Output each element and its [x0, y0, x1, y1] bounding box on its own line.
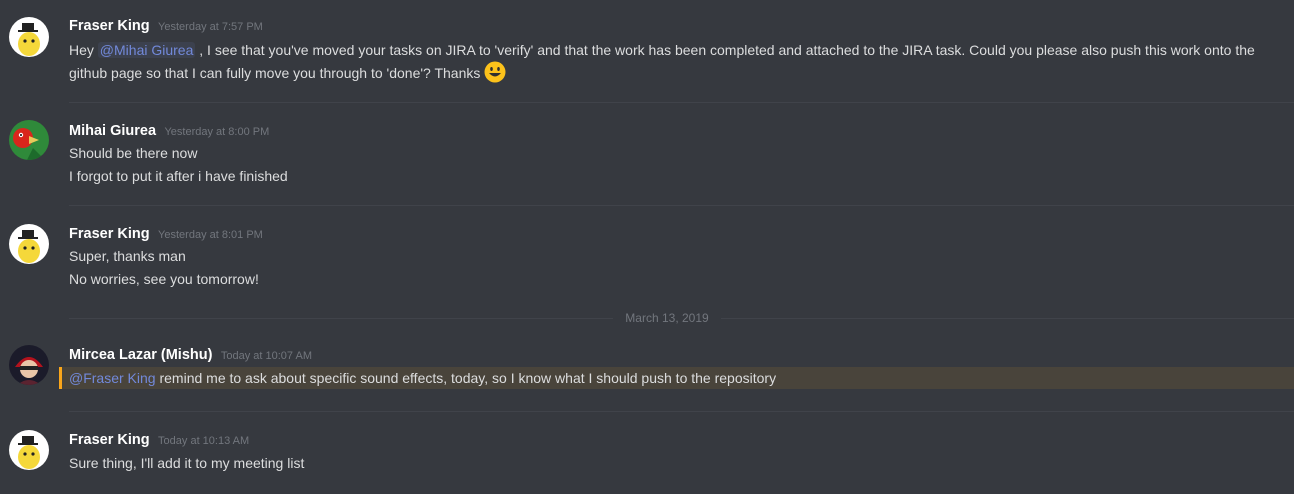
message-group: Fraser King Today at 10:13 AM Sure thing… — [0, 412, 1294, 494]
date-divider-label: March 13, 2019 — [613, 310, 721, 326]
avatar[interactable] — [9, 345, 49, 385]
message-text: No worries, see you tomorrow! — [69, 271, 259, 287]
timestamp: Yesterday at 7:57 PM — [158, 21, 263, 33]
pikachu-avatar-icon — [9, 17, 49, 57]
pikachu-avatar-icon — [9, 224, 49, 264]
message-group: Mircea Lazar (Mishu) Today at 10:07 AM @… — [0, 330, 1294, 410]
avatar[interactable] — [9, 430, 49, 470]
message-text: Hey @Mihai Giurea , I see that you've mo… — [69, 39, 1258, 84]
message-text: @Fraser King remind me to ask about spec… — [69, 367, 1258, 389]
username[interactable]: Mircea Lazar (Mishu) — [69, 347, 212, 363]
message-group: Mihai Giurea Yesterday at 8:00 PM Should… — [0, 103, 1294, 203]
username[interactable]: Mihai Giurea — [69, 123, 156, 139]
username[interactable]: Fraser King — [69, 18, 150, 34]
character-avatar-icon — [9, 345, 49, 385]
message-text: Super, thanks man — [69, 248, 186, 264]
pikachu-avatar-icon — [9, 430, 49, 470]
message-text-segment: Hey — [69, 42, 98, 58]
smiley-icon[interactable] — [484, 61, 506, 83]
avatar[interactable] — [9, 17, 49, 57]
message-group: Fraser King Yesterday at 7:57 PM Hey @Mi… — [0, 0, 1294, 100]
timestamp: Today at 10:13 AM — [158, 435, 250, 447]
avatar[interactable] — [9, 120, 49, 160]
username[interactable]: Fraser King — [69, 432, 150, 448]
username[interactable]: Fraser King — [69, 226, 150, 242]
user-mention[interactable]: @Fraser King — [69, 370, 156, 386]
timestamp: Today at 10:07 AM — [220, 350, 312, 362]
message-text-segment: , I see that you've moved your tasks on … — [69, 42, 1255, 81]
message-text: I forgot to put it after i have finished — [69, 168, 288, 184]
timestamp: Yesterday at 8:01 PM — [158, 229, 263, 241]
message-text: Sure thing, I'll add it to my meeting li… — [69, 455, 305, 471]
parrot-avatar-icon — [9, 120, 49, 160]
message-group: Fraser King Yesterday at 8:01 PM Super, … — [0, 206, 1294, 306]
message-text: Should be there now — [69, 145, 198, 161]
user-mention[interactable]: @Mihai Giurea — [97, 42, 196, 58]
avatar[interactable] — [9, 224, 49, 264]
timestamp: Yesterday at 8:00 PM — [164, 126, 270, 138]
message-text-segment: remind me to ask about specific sound ef… — [155, 370, 777, 386]
